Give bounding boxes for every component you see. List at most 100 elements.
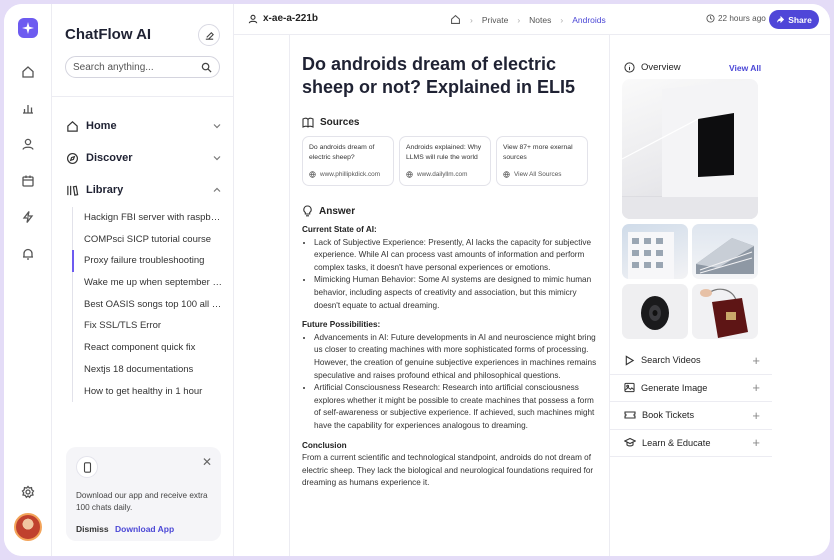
lightbulb-icon xyxy=(303,205,312,217)
source-card[interactable]: Androids explained: Why LLMS will rule t… xyxy=(399,136,491,186)
sources-heading: Sources xyxy=(302,117,602,128)
library-item[interactable]: Fix SSL/TLS Error xyxy=(73,315,222,337)
breadcrumb-current[interactable]: Androids xyxy=(572,15,606,25)
overview-image-speaker[interactable] xyxy=(622,284,688,339)
content-gutter xyxy=(234,35,290,556)
top-bar: x-ae-a-221b › Private › Notes › Androids… xyxy=(234,4,830,35)
phone-icon xyxy=(76,456,98,478)
sources-heading-label: Sources xyxy=(320,117,360,128)
list-item: Advancements in AI: Future developments … xyxy=(314,332,602,382)
current-state-heading: Current State of AI: xyxy=(302,225,377,234)
breadcrumb-notes[interactable]: Notes xyxy=(529,15,551,25)
overview-image-architecture[interactable] xyxy=(692,224,758,279)
home-icon[interactable] xyxy=(450,14,461,25)
divider xyxy=(52,96,234,97)
avatar[interactable] xyxy=(14,513,42,541)
source-card-more[interactable]: View 87+ more exernal sources View All S… xyxy=(496,136,588,186)
source-title: View 87+ more exernal sources xyxy=(503,144,573,161)
user-icon xyxy=(248,14,258,23)
dismiss-button[interactable]: Dismiss xyxy=(76,524,109,534)
compass-icon xyxy=(66,152,79,164)
timestamp-label: 22 hours ago xyxy=(718,14,766,23)
source-url[interactable]: www.phillipkdick.com xyxy=(309,171,380,178)
chevron-up-icon[interactable] xyxy=(212,185,222,195)
lightning-icon[interactable] xyxy=(18,207,38,227)
nav-discover[interactable]: Discover xyxy=(66,148,222,168)
search-icon[interactable] xyxy=(201,62,212,73)
tool-generate-image[interactable]: Generate Image + xyxy=(610,375,772,402)
download-app-button[interactable]: Download App xyxy=(115,524,174,534)
globe-icon xyxy=(309,171,316,178)
conclusion-text: From a current scientific and technologi… xyxy=(302,453,594,488)
globe-icon xyxy=(503,171,510,178)
ticket-icon xyxy=(624,411,636,419)
plus-icon[interactable]: + xyxy=(752,435,760,450)
library-list: Hackign FBI server with raspberry pi COM… xyxy=(72,207,222,403)
tool-search-videos[interactable]: Search Videos + xyxy=(610,347,772,375)
answer-body: Current State of AI: Lack of Subjective … xyxy=(302,224,602,490)
library-item[interactable]: Hackign FBI server with raspberry pi xyxy=(73,207,222,229)
plus-icon[interactable]: + xyxy=(752,408,760,423)
library-item[interactable]: Best OASIS songs top 100 all time xyxy=(73,294,222,316)
calendar-icon[interactable] xyxy=(18,171,38,191)
breadcrumb-private[interactable]: Private xyxy=(482,15,508,25)
library-icon xyxy=(67,185,79,196)
library-item[interactable]: Nextjs 18 documentations xyxy=(73,359,222,381)
overview-label: Overview xyxy=(641,62,681,73)
library-item[interactable]: How to get healthy in 1 hour xyxy=(73,381,222,403)
list-item: Artificial Consciousness Research: Resea… xyxy=(314,382,602,432)
home-icon[interactable] xyxy=(18,62,38,82)
nav-discover-label: Discover xyxy=(86,152,133,164)
view-all-link[interactable]: View All xyxy=(729,63,761,73)
close-icon[interactable]: ✕ xyxy=(202,455,212,469)
current-state-list: Lack of Subjective Experience: Presently… xyxy=(314,237,602,313)
plus-icon[interactable]: + xyxy=(752,380,760,395)
nav-library[interactable]: Library xyxy=(66,180,222,200)
future-heading: Future Possibilities: xyxy=(302,320,381,330)
search-input[interactable] xyxy=(73,61,193,73)
info-icon xyxy=(624,62,635,73)
download-promo-card: ✕ Download our app and receive extra 100… xyxy=(66,447,221,541)
overview-image-bag[interactable] xyxy=(692,284,758,339)
sparkle-logo-icon[interactable] xyxy=(18,18,38,38)
library-item-active[interactable]: Proxy failure troubleshooting xyxy=(72,250,222,273)
nav-home[interactable]: Home xyxy=(66,116,222,136)
source-title: Do androids dream of electric sheep? xyxy=(309,144,375,161)
article: Do androids dream of electric sheep or n… xyxy=(302,53,602,490)
future-list: Advancements in AI: Future developments … xyxy=(314,332,602,433)
new-chat-button[interactable] xyxy=(198,24,220,46)
library-item[interactable]: Wake me up when september ends xyxy=(73,272,222,294)
chevron-right-icon: › xyxy=(470,14,473,25)
source-card[interactable]: Do androids dream of electric sheep? www… xyxy=(302,136,394,186)
home-icon xyxy=(67,120,78,132)
tool-label: Generate Image xyxy=(641,382,708,393)
chevron-down-icon[interactable] xyxy=(212,121,222,131)
tool-label: Search Videos xyxy=(641,355,701,366)
settings-icon[interactable] xyxy=(18,482,38,502)
nav-home-label: Home xyxy=(86,120,117,132)
tool-book-tickets[interactable]: Book Tickets + xyxy=(610,402,772,430)
bell-icon[interactable] xyxy=(18,244,38,264)
share-button[interactable]: Share xyxy=(769,10,819,29)
library-item[interactable]: React component quick fix xyxy=(73,337,222,359)
icon-rail xyxy=(4,4,52,556)
tool-label: Book Tickets xyxy=(642,410,695,421)
eraser-icon xyxy=(205,31,214,40)
clock-icon xyxy=(706,14,715,23)
view-all-sources-link[interactable]: View All Sources xyxy=(503,171,561,178)
source-url-label: www.phillipkdick.com xyxy=(320,171,381,178)
overview-image-building[interactable] xyxy=(622,224,688,279)
page-title: Do androids dream of electric sheep or n… xyxy=(302,54,576,97)
source-url[interactable]: www.dailyllm.com xyxy=(406,171,467,178)
chevron-down-icon[interactable] xyxy=(212,153,222,163)
source-url-label: View All Sources xyxy=(514,171,562,178)
chart-icon[interactable] xyxy=(18,98,38,118)
user-icon[interactable] xyxy=(18,134,38,154)
search-box[interactable] xyxy=(65,56,220,78)
tool-learn-educate[interactable]: Learn & Educate + xyxy=(610,430,772,457)
tools-list: Search Videos + Generate Image + Book Ti… xyxy=(610,347,772,457)
library-item[interactable]: COMPsci SICP tutorial course xyxy=(73,229,222,251)
plus-icon[interactable]: + xyxy=(752,353,760,368)
user-handle[interactable]: x-ae-a-221b xyxy=(248,13,318,24)
overview-image-main[interactable] xyxy=(622,79,758,219)
